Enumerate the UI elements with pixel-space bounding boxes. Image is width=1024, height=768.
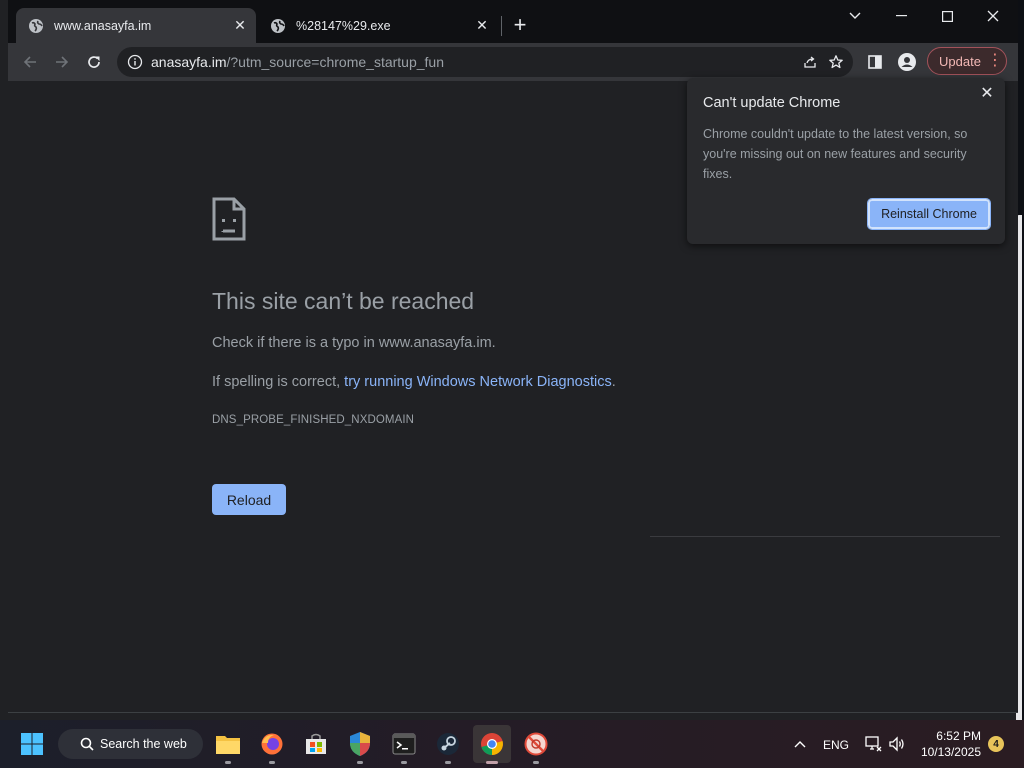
minimize-button[interactable] [878,5,924,27]
maximize-icon [941,10,953,22]
url-path: /?utm_source=chrome_startup_fun [226,54,444,70]
shield-icon [350,732,370,756]
avatar-icon [898,53,916,71]
profile-button[interactable] [894,49,920,75]
chrome-button[interactable] [473,725,511,764]
input-language[interactable]: ENG [823,738,849,752]
arrow-left-icon [23,56,36,68]
speaker-icon [889,736,904,752]
star-icon [829,55,843,69]
microsoft-store-button[interactable] [300,728,332,760]
file-explorer-button[interactable] [212,728,244,764]
kebab-menu-icon[interactable]: ⋮ [986,53,1004,69]
diagnostics-prefix: If spelling is correct, [212,374,345,390]
diagnostics-suffix: . [611,374,616,390]
reload-icon [88,56,100,68]
active-indicator [486,761,498,764]
network-button[interactable] [860,728,886,760]
globe-icon [29,18,43,33]
arrow-right-icon [56,56,69,68]
start-button[interactable] [16,728,48,760]
site-info-icon[interactable] [127,54,143,70]
firefox-button[interactable] [256,728,288,764]
url-host: anasayfa.im [151,54,227,70]
clock[interactable]: 6:52 PM 10/13/2025 [905,728,981,760]
running-indicator [445,761,451,764]
taskbar: Search the web ENG 6:52 PM 10/13/2025 4 [0,720,1024,768]
reload-toolbar-button[interactable] [81,49,107,75]
running-indicator [269,761,275,764]
close-icon [987,10,999,22]
back-button[interactable] [17,49,43,75]
search-label: Search the web [100,737,187,751]
share-icon [804,56,816,68]
running-indicator [225,761,231,764]
windows-security-button[interactable] [344,728,376,764]
page-title: This site can’t be reached [212,288,475,314]
tab-title: www.anasayfa.im [54,18,152,33]
share-button[interactable] [797,49,823,75]
terminal-icon [392,733,416,755]
update-error-bubble: Can't update Chrome ✕ Chrome couldn't up… [687,78,1005,244]
error-code: DNS_PROBE_FINISHED_NXDOMAIN [212,414,415,426]
globe-icon [271,18,285,33]
network-diagnostics-link[interactable]: try running Windows Network Diagnostics [344,374,612,390]
close-tab-icon[interactable]: ✕ [472,16,492,36]
bubble-title: Can't update Chrome [703,95,841,111]
clock-date: 10/13/2025 [920,745,981,759]
close-tab-icon[interactable]: ✕ [230,16,250,36]
close-window-button[interactable] [970,5,1016,27]
bubble-message: Chrome couldn't update to the latest ver… [703,127,968,181]
store-icon [306,733,326,754]
tab-separator [501,16,502,36]
notification-badge[interactable]: 4 [988,736,1004,752]
side-panel-button[interactable] [862,49,888,75]
chrome-icon [481,733,503,755]
typo-hint: Check if there is a typo in www.anasayfa… [212,335,496,351]
firefox-icon [261,733,283,755]
forward-button[interactable] [49,49,75,75]
tab-title: %28147%29.exe [296,18,391,33]
taskbar-search[interactable]: Search the web [58,729,203,759]
folder-icon [216,736,240,754]
diagnostics-hint: If spelling is correct, try running Wind… [212,374,616,390]
app-button[interactable] [520,728,552,764]
windows-logo-icon [21,733,43,755]
update-button[interactable]: Update ⋮ [927,47,1007,75]
chevron-down-icon [849,12,861,19]
reinstall-chrome-button[interactable]: Reinstall Chrome [867,198,991,230]
url-text: anasayfa.im/?utm_source=chrome_startup_f… [151,54,797,70]
tab-search-button[interactable] [832,5,878,27]
show-hidden-icons-button[interactable] [786,728,814,760]
blocked-app-icon [524,732,548,756]
steam-icon [437,733,459,755]
chevron-up-icon [794,741,806,748]
close-icon[interactable]: ✕ [977,83,997,103]
network-icon [865,736,882,752]
new-tab-button[interactable]: + [508,12,532,37]
running-indicator [357,761,363,764]
search-icon [80,737,94,751]
clock-time: 6:52 PM [936,729,981,743]
bookmark-button[interactable] [823,49,849,75]
tab-strip: www.anasayfa.im ✕ %28147%29.exe ✕ + [8,0,1018,43]
divider [650,536,1000,537]
tab-exe[interactable]: %28147%29.exe ✕ [258,8,498,43]
sad-page-icon [212,197,246,241]
side-panel-icon [868,55,882,69]
address-bar[interactable]: anasayfa.im/?utm_source=chrome_startup_f… [117,47,853,77]
steam-button[interactable] [432,728,464,764]
browser-window: www.anasayfa.im ✕ %28147%29.exe ✕ + anas… [8,0,1018,713]
terminal-button[interactable] [388,728,420,764]
running-indicator [533,761,539,764]
running-indicator [401,761,407,764]
tab-anasayfa[interactable]: www.anasayfa.im ✕ [16,8,256,43]
minimize-icon [895,15,907,17]
toolbar: anasayfa.im/?utm_source=chrome_startup_f… [8,43,1018,81]
maximize-button[interactable] [924,5,970,27]
update-label: Update [939,53,981,69]
reload-button[interactable]: Reload [212,484,286,515]
